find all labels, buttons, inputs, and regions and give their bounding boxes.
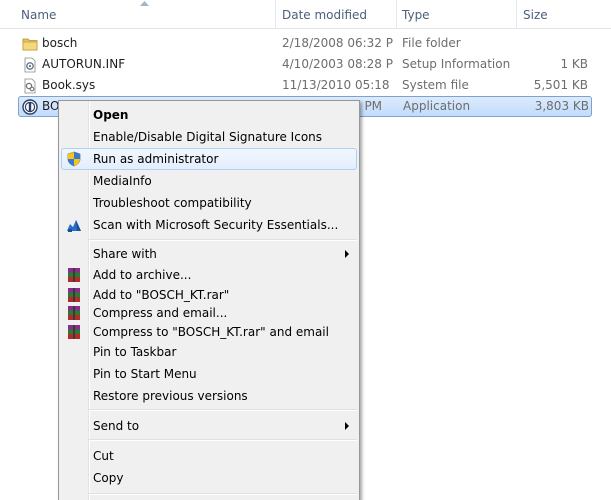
menu-item-label: Pin to Start Menu bbox=[93, 367, 197, 381]
file-type: Setup Information bbox=[402, 57, 511, 71]
file-name: bosch bbox=[42, 36, 78, 50]
menu-separator bbox=[89, 409, 357, 411]
menu-item-pin-to-start-menu[interactable]: Pin to Start Menu bbox=[61, 363, 357, 385]
file-row[interactable]: AUTORUN.INF 4/10/2003 08:28 PM Setup Inf… bbox=[18, 54, 592, 75]
menu-item-label: Open bbox=[93, 108, 129, 122]
setup-file-icon bbox=[24, 57, 36, 73]
menu-item-add-to-archive[interactable]: Add to archive... bbox=[61, 264, 357, 286]
menu-item-label: Send to bbox=[93, 419, 140, 433]
menu-item-digital-signature[interactable]: Enable/Disable Digital Signature Icons bbox=[61, 126, 357, 148]
menu-item-label: Share with bbox=[93, 247, 157, 261]
column-name-label: Name bbox=[21, 8, 57, 22]
menu-item-label: Enable/Disable Digital Signature Icons bbox=[93, 130, 323, 144]
file-date: 4/10/2003 08:28 PM bbox=[282, 57, 394, 71]
uac-shield-icon bbox=[67, 151, 81, 167]
file-date: 2/18/2008 06:32 PM bbox=[282, 36, 394, 50]
menu-item-label: Add to archive... bbox=[93, 268, 192, 282]
column-type-header[interactable]: Type bbox=[396, 0, 516, 29]
submenu-arrow-icon bbox=[345, 422, 349, 430]
sort-ascending-icon bbox=[140, 1, 149, 6]
bosch-app-icon bbox=[22, 99, 38, 115]
context-menu: Open Enable/Disable Digital Signature Ic… bbox=[58, 100, 360, 500]
menu-item-cut[interactable]: Cut bbox=[61, 445, 357, 467]
file-size: 3,803 KB bbox=[534, 99, 589, 113]
menu-item-troubleshoot[interactable]: Troubleshoot compatibility bbox=[61, 192, 357, 214]
winrar-icon bbox=[68, 288, 80, 302]
menu-item-mediainfo[interactable]: MediaInfo bbox=[61, 170, 357, 192]
winrar-icon bbox=[68, 268, 80, 282]
menu-item-label: MediaInfo bbox=[93, 174, 152, 188]
folder-icon bbox=[22, 38, 38, 51]
file-name: Book.sys bbox=[42, 78, 96, 92]
winrar-icon bbox=[68, 306, 80, 320]
file-date: 11/13/2010 05:18 ... bbox=[282, 78, 394, 92]
menu-item-copy[interactable]: Copy bbox=[61, 467, 357, 489]
menu-item-label: Cut bbox=[93, 449, 114, 463]
menu-separator bbox=[89, 439, 357, 441]
menu-item-label: Scan with Microsoft Security Essentials.… bbox=[93, 218, 339, 232]
menu-item-label: Run as administrator bbox=[93, 152, 219, 166]
menu-item-label: Pin to Taskbar bbox=[93, 345, 177, 359]
menu-item-send-to[interactable]: Send to bbox=[61, 415, 357, 437]
column-date-label: Date modified bbox=[282, 8, 368, 22]
file-name: AUTORUN.INF bbox=[42, 57, 126, 71]
menu-item-scan-security-essentials[interactable]: Scan with Microsoft Security Essentials.… bbox=[61, 214, 357, 236]
file-row[interactable]: Book.sys 11/13/2010 05:18 ... System fil… bbox=[18, 75, 592, 96]
column-size-header[interactable]: Size bbox=[517, 0, 597, 29]
menu-item-open[interactable]: Open bbox=[61, 104, 357, 126]
menu-item-label: Restore previous versions bbox=[93, 389, 248, 403]
file-type: File folder bbox=[402, 36, 461, 50]
winrar-icon bbox=[68, 325, 80, 339]
file-size bbox=[520, 33, 588, 54]
system-file-icon bbox=[24, 78, 36, 94]
file-size: 5,501 KB bbox=[533, 78, 588, 92]
file-type: System file bbox=[402, 78, 469, 92]
column-header: Name Date modified Type Size bbox=[0, 0, 611, 29]
menu-item-label: Copy bbox=[93, 471, 124, 485]
security-essentials-icon bbox=[67, 220, 81, 232]
menu-separator bbox=[89, 239, 357, 241]
menu-item-label: Troubleshoot compatibility bbox=[93, 196, 252, 210]
menu-item-compress-to-rar-and-email[interactable]: Compress to "BOSCH_KT.rar" and email bbox=[61, 321, 357, 343]
file-type: Application bbox=[403, 99, 471, 113]
submenu-arrow-icon bbox=[345, 250, 349, 258]
menu-item-label: Compress to "BOSCH_KT.rar" and email bbox=[93, 325, 329, 339]
menu-item-pin-to-taskbar[interactable]: Pin to Taskbar bbox=[61, 341, 357, 363]
menu-separator bbox=[89, 493, 357, 495]
file-row[interactable]: bosch 2/18/2008 06:32 PM File folder bbox=[18, 33, 592, 54]
column-type-label: Type bbox=[402, 8, 430, 22]
column-date-header[interactable]: Date modified bbox=[276, 0, 396, 29]
file-size: 1 KB bbox=[560, 57, 588, 71]
menu-item-restore-previous-versions[interactable]: Restore previous versions bbox=[61, 385, 357, 407]
column-size-label: Size bbox=[523, 8, 548, 22]
menu-item-share-with[interactable]: Share with bbox=[61, 243, 357, 265]
menu-item-run-as-administrator[interactable]: Run as administrator bbox=[61, 148, 357, 170]
